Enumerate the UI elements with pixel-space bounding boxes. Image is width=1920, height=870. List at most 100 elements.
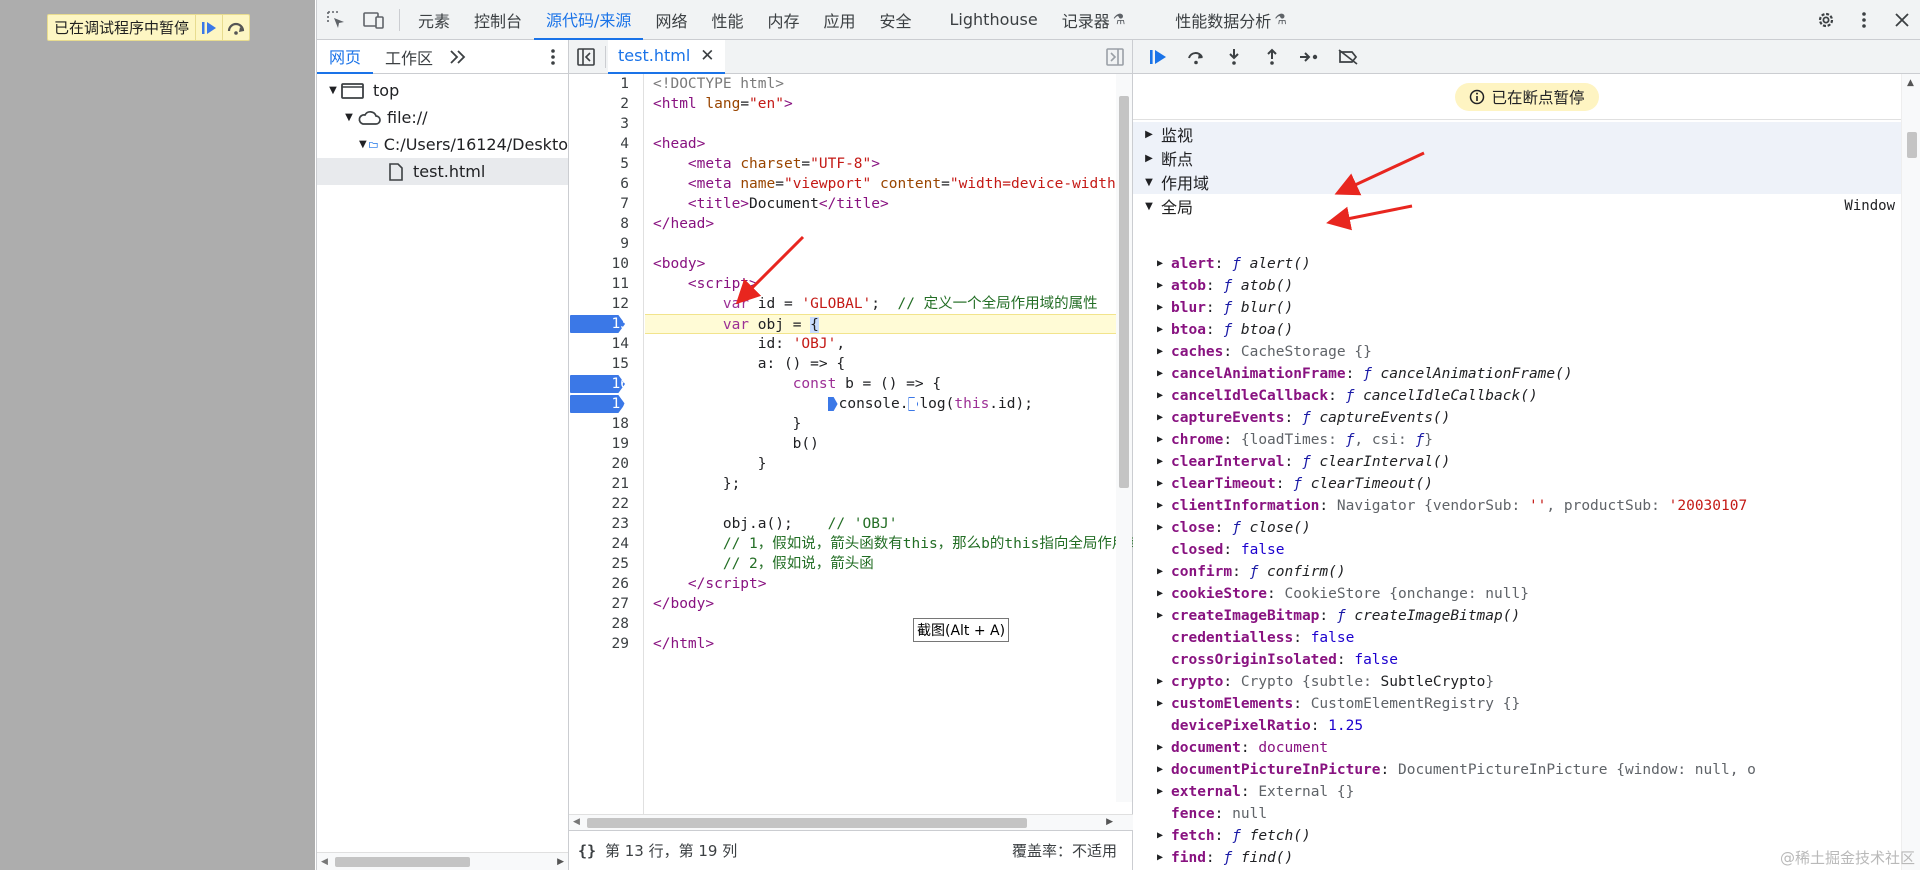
scrollbar-thumb[interactable] [1119,96,1129,488]
property-row[interactable]: ▶ clearTimeout: ƒ clearTimeout() [1133,473,1899,495]
navigator-horizontal-scrollbar[interactable]: ◀ ▶ [317,852,568,870]
line-number[interactable]: 25 [569,554,643,574]
property-row[interactable]: ▶ crypto: Crypto {subtle: SubtleCrypto} [1133,671,1899,693]
property-row[interactable]: ▶ documentPictureInPicture: DocumentPictu… [1133,759,1899,781]
line-number[interactable]: 8 [569,214,643,234]
tab-performance[interactable]: 性能 [699,0,755,40]
tree-item-top[interactable]: ▼ top [317,77,568,104]
section-breakpoints[interactable]: ▶ 断点 [1133,146,1920,170]
resume-button[interactable] [1139,40,1177,74]
section-watch[interactable]: ▶ 监视 [1133,122,1920,146]
line-number[interactable]: 26 [569,574,643,594]
line-number[interactable]: 2 [569,94,643,114]
line-number[interactable]: 28 [569,614,643,634]
inline-breakpoint-marker-inactive[interactable] [908,397,919,411]
toggle-debugger-button[interactable] [1098,40,1132,74]
deactivate-breakpoints-button[interactable] [1329,40,1367,74]
property-row[interactable]: ▶ captureEvents: ƒ captureEvents() [1133,407,1899,429]
breakpoint-line-number[interactable]: 17 [569,394,643,414]
tab-security[interactable]: 安全 [868,0,924,40]
line-number[interactable]: 12 [569,294,643,314]
tab-memory[interactable]: 内存 [755,0,811,40]
line-number[interactable]: 11 [569,274,643,294]
tab-recorder[interactable]: 记录器 ⚗ [1050,0,1138,40]
step-button[interactable] [1291,40,1329,74]
navigator-menu-button[interactable] [538,48,568,66]
scrollbar-thumb[interactable] [587,818,1027,828]
property-row[interactable]: ▶ cookieStore: CookieStore {onchange: nul… [1133,583,1899,605]
line-number[interactable]: 22 [569,494,643,514]
property-row[interactable]: ▶ confirm: ƒ confirm() [1133,561,1899,583]
step-out-button[interactable] [1253,40,1291,74]
property-row[interactable]: credentialless: false [1133,627,1899,649]
inspect-element-button[interactable] [317,0,355,40]
property-row[interactable]: ▶ caches: CacheStorage {} [1133,341,1899,363]
property-row[interactable]: ▶ document: document [1133,737,1899,759]
tab-workspace[interactable]: 工作区 [373,40,445,74]
inline-breakpoint-marker[interactable] [827,397,838,411]
line-number[interactable]: 21 [569,474,643,494]
line-number[interactable]: 3 [569,114,643,134]
step-over-button[interactable] [1177,40,1215,74]
tab-sources[interactable]: 源代码/来源 [534,0,644,40]
toggle-navigator-button[interactable] [569,40,603,74]
property-row[interactable]: ▶ blur: ƒ blur() [1133,297,1899,319]
breakpoint-line-number[interactable]: 16 [569,374,643,394]
property-row[interactable]: ▶ cancelAnimationFrame: ƒ cancelAnimation… [1133,363,1899,385]
step-over-button[interactable] [222,15,249,40]
settings-button[interactable] [1807,0,1845,40]
property-row[interactable]: ▶ alert: ƒ alert() [1133,253,1899,275]
scrollbar-thumb[interactable] [1907,132,1917,158]
property-row[interactable]: ▶ cancelIdleCallback: ƒ cancelIdleCallbac… [1133,385,1899,407]
line-number-gutter[interactable]: 1 2 3 4 5 6 7 8 9 10 11 12 13 14 15 16 17 18 19 20 21 22 23 24 2… [569,74,644,814]
tree-item-file[interactable]: test.html [317,158,568,185]
close-tab-icon[interactable]: ✕ [700,46,714,66]
tab-application[interactable]: 应用 [811,0,867,40]
line-number[interactable]: 29 [569,634,643,654]
tab-console[interactable]: 控制台 [462,0,534,40]
property-row[interactable]: fence: null [1133,803,1899,825]
line-number[interactable]: 23 [569,514,643,534]
line-number[interactable]: 6 [569,174,643,194]
property-row[interactable]: ▶ customElements: CustomElementRegistry {… [1133,693,1899,715]
tab-elements[interactable]: 元素 [406,0,462,40]
line-number[interactable]: 10 [569,254,643,274]
line-number[interactable]: 19 [569,434,643,454]
property-row[interactable]: devicePixelRatio: 1.25 [1133,715,1899,737]
property-row[interactable]: ▶ createImageBitmap: ƒ createImageBitmap(… [1133,605,1899,627]
line-number[interactable]: 7 [569,194,643,214]
property-row[interactable]: ▶ external: External {} [1133,781,1899,803]
editor-vertical-scrollbar[interactable] [1116,74,1132,802]
property-row[interactable]: ▶ chrome: {loadTimes: ƒ, csi: ƒ} [1133,429,1899,451]
editor-horizontal-scrollbar[interactable]: ◀ ▶ [569,814,1133,830]
tab-page[interactable]: 网页 [317,40,374,74]
resume-button[interactable] [195,15,222,40]
property-row[interactable]: closed: false [1133,539,1899,561]
more-tabs-button[interactable] [445,40,471,74]
debugger-vertical-scrollbar[interactable]: ▲ [1901,74,1920,870]
property-row[interactable]: crossOriginIsolated: false [1133,649,1899,671]
tab-network[interactable]: 网络 [643,0,699,40]
line-number[interactable]: 5 [569,154,643,174]
more-options-button[interactable] [1845,0,1883,40]
tab-performance-insights[interactable]: 性能数据分析 ⚗ [1163,0,1299,40]
line-number[interactable]: 24 [569,534,643,554]
line-number[interactable]: 1 [569,74,643,94]
editor-tab-test-html[interactable]: test.html ✕ [608,39,725,74]
property-row[interactable]: ▶ clientInformation: Navigator {vendorSub… [1133,495,1899,517]
tab-lighthouse[interactable]: Lighthouse [938,0,1050,40]
line-number[interactable]: 15 [569,354,643,374]
code-area[interactable]: 1 2 3 4 5 6 7 8 9 10 11 12 13 14 15 16 17 18 19 20 21 22 23 24 2… [569,74,1133,814]
property-row[interactable]: ▶ atob: ƒ atob() [1133,275,1899,297]
line-number[interactable]: 9 [569,234,643,254]
property-row[interactable]: ▶ btoa: ƒ btoa() [1133,319,1899,341]
close-devtools-button[interactable] [1883,0,1920,40]
line-number[interactable]: 27 [569,594,643,614]
line-number[interactable]: 20 [569,454,643,474]
tree-item-folder[interactable]: ▼ C:/Users/16124/Deskto [317,131,568,158]
step-into-button[interactable] [1215,40,1253,74]
property-row[interactable]: ▶ fetch: ƒ fetch() [1133,825,1899,847]
breakpoint-line-number[interactable]: 13 [569,314,643,334]
device-toolbar-button[interactable] [355,0,393,40]
pretty-print-icon[interactable]: {} [569,842,605,860]
